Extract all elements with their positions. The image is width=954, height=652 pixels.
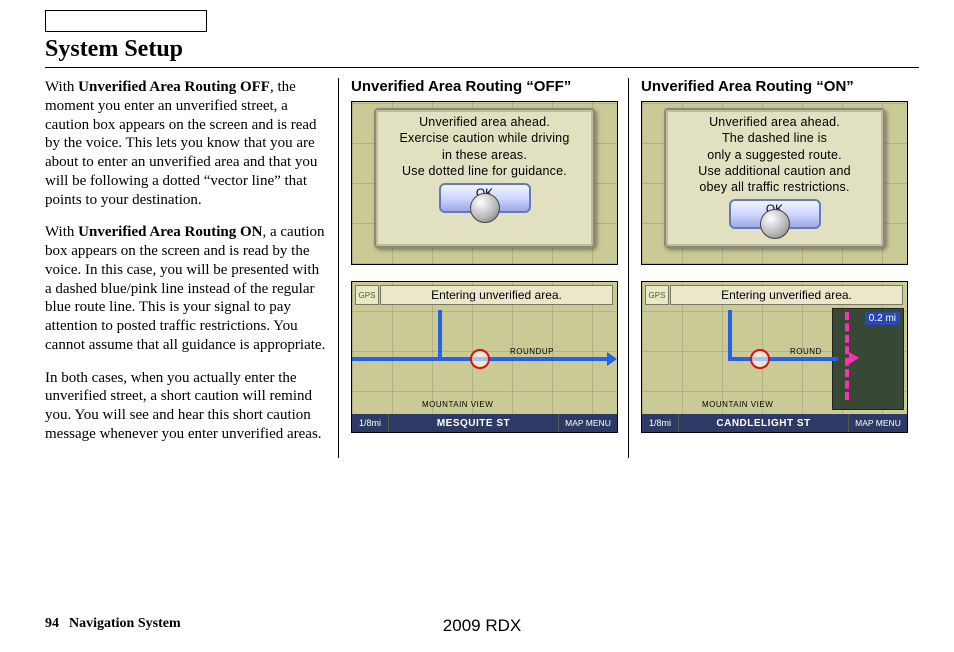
content-columns: With Unverified Area Routing OFF, the mo… xyxy=(45,78,919,458)
paragraph-off: With Unverified Area Routing OFF, the mo… xyxy=(45,78,326,209)
vehicle-position-icon xyxy=(750,349,770,369)
map-bottom-bar: 1/8mi CANDLELIGHT ST MAP MENU xyxy=(642,414,907,432)
map-menu-button[interactable]: MAP MENU xyxy=(559,414,617,432)
ok-button[interactable]: OK xyxy=(729,199,821,229)
road-label: ROUNDUP xyxy=(510,347,554,356)
route-line xyxy=(728,357,838,361)
page-footer: 94 Navigation System 2009 RDX xyxy=(45,616,919,632)
gps-indicator: GPS xyxy=(645,285,669,305)
dialog-line: only a suggested route. xyxy=(707,147,842,163)
bold-on: Unverified Area Routing ON xyxy=(78,224,262,240)
dialog-line: The dashed line is xyxy=(722,130,827,146)
dialog-line: Exercise caution while driving xyxy=(400,130,570,146)
road-label: MOUNTAIN VIEW xyxy=(422,400,493,409)
current-street: CANDLELIGHT ST xyxy=(678,414,849,432)
map-menu-button[interactable]: MAP MENU xyxy=(849,414,907,432)
map-scale: 1/8mi xyxy=(352,414,388,432)
paragraph-on: With Unverified Area Routing ON, a cauti… xyxy=(45,223,326,354)
subheading-off: Unverified Area Routing “OFF” xyxy=(351,78,616,95)
screenshot-on-map: GPS Entering unverified area. 0.2 mi ROU… xyxy=(641,281,908,433)
vehicle-position-icon xyxy=(470,349,490,369)
screenshot-off-dialog: Unverified area ahead. Exercise caution … xyxy=(351,101,618,265)
route-line xyxy=(438,310,442,360)
bold-off: Unverified Area Routing OFF xyxy=(78,79,270,95)
text: , a caution box appears on the screen an… xyxy=(45,224,325,353)
caution-banner: Entering unverified area. xyxy=(670,285,903,305)
dialog-line: Use additional caution and xyxy=(698,163,851,179)
selector-knob-icon xyxy=(470,193,500,223)
redacted-box xyxy=(45,10,207,32)
current-street: MESQUITE ST xyxy=(388,414,559,432)
caution-dialog: Unverified area ahead. Exercise caution … xyxy=(374,108,595,248)
guidance-panel: 0.2 mi xyxy=(832,308,904,410)
distance-tag: 0.2 mi xyxy=(865,312,900,325)
dialog-line: obey all traffic restrictions. xyxy=(699,179,849,195)
road-label: MOUNTAIN VIEW xyxy=(702,400,773,409)
dialog-line: Unverified area ahead. xyxy=(709,114,840,130)
column-off: Unverified Area Routing “OFF” Unverified… xyxy=(339,78,629,458)
dialog-line: in these areas. xyxy=(442,147,527,163)
ok-button[interactable]: OK xyxy=(439,183,531,213)
map-scale: 1/8mi xyxy=(642,414,678,432)
caution-dialog: Unverified area ahead. The dashed line i… xyxy=(664,108,885,248)
page-title: System Setup xyxy=(45,36,919,63)
selector-knob-icon xyxy=(760,209,790,239)
horizontal-rule xyxy=(45,67,919,68)
text: With xyxy=(45,79,78,95)
dialog-line: Unverified area ahead. xyxy=(419,114,550,130)
text: With xyxy=(45,224,78,240)
text: , the moment you enter an unverified str… xyxy=(45,79,317,208)
subheading-on: Unverified Area Routing “ON” xyxy=(641,78,907,95)
map-bottom-bar: 1/8mi MESQUITE ST MAP MENU xyxy=(352,414,617,432)
dashed-route-line xyxy=(845,312,849,400)
road-label: ROUND xyxy=(790,347,822,356)
screenshot-on-dialog: Unverified area ahead. The dashed line i… xyxy=(641,101,908,265)
column-on: Unverified Area Routing “ON” Unverified … xyxy=(629,78,919,458)
dialog-line: Use dotted line for guidance. xyxy=(402,163,567,179)
model-year: 2009 RDX xyxy=(45,616,919,636)
route-line xyxy=(728,310,732,360)
paragraph-both: In both cases, when you actually enter t… xyxy=(45,369,326,444)
caution-banner: Entering unverified area. xyxy=(380,285,613,305)
screenshot-off-map: GPS Entering unverified area. ROUNDUP MO… xyxy=(351,281,618,433)
column-text: With Unverified Area Routing OFF, the mo… xyxy=(45,78,339,458)
gps-indicator: GPS xyxy=(355,285,379,305)
